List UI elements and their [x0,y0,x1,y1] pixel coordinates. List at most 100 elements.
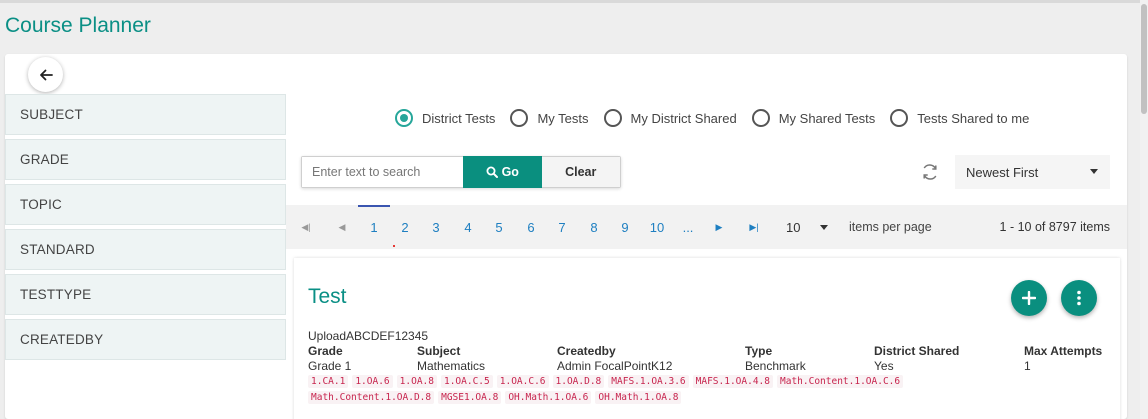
sidebar-item-label: STANDARD [20,242,95,257]
search-icon [486,166,498,178]
field-label: Createdby [557,344,616,358]
radio-my-tests[interactable]: My Tests [510,109,589,127]
page-button-1[interactable]: 1 [362,205,386,249]
page-button-more[interactable]: ... [676,205,700,249]
sort-dropdown[interactable]: Newest First [955,155,1110,189]
sidebar-item-label: CREATEDBY [20,332,104,347]
page-button-3[interactable]: 3 [424,205,448,249]
refresh-icon[interactable] [920,162,940,182]
field-subject: Subject Mathematics [417,344,485,373]
go-button[interactable]: Go [463,156,542,188]
radio-tests-shared-to-me[interactable]: Tests Shared to me [890,109,1029,127]
field-label: Grade [308,344,343,358]
arrow-left-icon [39,69,53,80]
search-bar: Go Clear [301,156,621,188]
field-grade: Grade Grade 1 [308,344,351,373]
standard-tag: 1.CA.1 [308,375,349,388]
field-value: Mathematics [417,359,486,373]
page-button-6[interactable]: 6 [519,205,543,249]
field-type: Type Benchmark [745,344,806,373]
radio-circle [395,109,413,127]
sidebar-item-standard[interactable]: STANDARD [5,229,286,270]
field-label: District Shared [874,344,960,358]
first-page-icon[interactable]: ◀​| [298,205,314,249]
page-size-value: 10 [786,219,801,235]
current-page-dot [393,245,395,247]
back-button[interactable] [28,57,63,92]
last-page-icon[interactable]: ▶| [746,205,762,249]
standard-tag: 1.OA.D.8 [552,375,605,388]
standard-tag: Math.Content.1.OA.D.8 [308,391,435,404]
field-value: Admin FocalPointK12 [557,359,673,373]
page-button-2[interactable]: 2 [393,205,417,249]
add-test-button[interactable] [1011,280,1047,316]
filter-sidebar: SUBJECT GRADE TOPIC STANDARD TESTTYPE CR… [5,94,286,364]
sidebar-item-testtype[interactable]: TESTTYPE [5,274,286,315]
field-label: Subject [417,344,461,358]
radio-label: My Tests [537,110,589,126]
chevron-down-icon [820,224,829,230]
pagination-bar: ◀​| ◀ 1 2 3 4 5 6 7 8 9 10 ... ▶ ▶| 10 i… [286,205,1127,249]
field-value: 1 [1024,359,1031,373]
sidebar-item-subject[interactable]: SUBJECT [5,94,286,135]
sidebar-item-label: SUBJECT [20,107,83,122]
page-button-5[interactable]: 5 [487,205,511,249]
radio-district-tests[interactable]: District Tests [395,109,495,127]
field-label: Max Attempts [1024,344,1103,358]
radio-circle [603,109,622,127]
field-label: Type [745,344,773,358]
test-title[interactable]: Test [308,285,347,309]
page-button-10[interactable]: 10 [643,205,671,249]
clear-button[interactable]: Clear [541,157,620,187]
clear-button-label: Clear [565,165,597,179]
page-size-dropdown[interactable]: 10 [786,205,829,249]
sidebar-item-createdby[interactable]: CREATEDBY [5,319,286,360]
field-createdby: Createdby Admin FocalPointK12 [557,344,672,373]
standard-tag: OH.Math.1.OA.6 [505,391,592,404]
top-border [0,0,1148,3]
standard-tag: OH.Math.1.OA.8 [595,391,682,404]
radio-label: My District Shared [630,110,737,126]
more-options-button[interactable] [1061,280,1097,316]
page-button-7[interactable]: 7 [550,205,574,249]
standard-tag: MGSE1.OA.8 [438,391,502,404]
next-page-icon[interactable]: ▶ [711,205,727,249]
scrollbar-thumb[interactable] [1141,4,1147,114]
page-button-9[interactable]: 9 [613,205,637,249]
sort-selected-value: Newest First [966,164,1039,180]
plus-icon [1022,291,1036,305]
sidebar-item-label: TOPIC [20,197,63,212]
field-value: Benchmark [745,359,806,373]
field-value: Grade 1 [308,359,352,373]
radio-label: My Shared Tests [778,110,876,126]
pagination-range: 1 - 10 of 8797 items [999,220,1110,234]
radio-my-shared-tests[interactable]: My Shared Tests [751,109,876,127]
radio-my-district-shared[interactable]: My District Shared [603,109,737,127]
field-value: Yes [874,359,894,373]
standard-tag: 1.OA.C.6 [496,375,549,388]
radio-circle [890,109,909,127]
standard-tag: 1.OA.C.5 [440,375,493,388]
more-vertical-icon [1077,290,1081,306]
radio-label: District Tests [422,110,496,126]
field-max-attempts: Max Attempts 1 [1024,344,1102,373]
page-scrollbar[interactable] [1140,0,1148,419]
go-button-label: Go [501,165,519,179]
radio-circle [510,109,529,127]
chevron-down-icon [1090,169,1098,174]
standard-tag: 1.OA.6 [352,375,393,388]
page-button-8[interactable]: 8 [582,205,606,249]
standard-tag: 1.OA.8 [396,375,437,388]
search-input[interactable] [302,157,463,187]
main-card: SUBJECT GRADE TOPIC STANDARD TESTTYPE CR… [5,54,1127,419]
prev-page-icon[interactable]: ◀ [334,205,350,249]
radio-circle [751,109,770,127]
sidebar-item-topic[interactable]: TOPIC [5,184,286,225]
test-name: UploadABCDEF12345 [308,329,429,343]
standard-tag: Math.Content.1.OA.C.6 [777,375,904,388]
standards-list: 1.CA.1 1.OA.6 1.OA.8 1.OA.C.5 1.OA.C.6 1… [308,375,1008,407]
sidebar-item-grade[interactable]: GRADE [5,139,286,180]
test-card: Test UploadABCDEF12345 Grade Grade 1 Sub… [294,258,1120,419]
sidebar-item-label: TESTTYPE [20,287,92,302]
page-button-4[interactable]: 4 [456,205,480,249]
